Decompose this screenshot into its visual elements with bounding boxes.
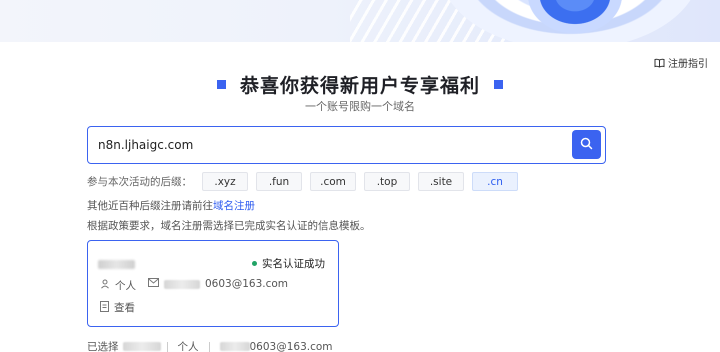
selected-name-redacted [122,342,161,351]
person-icon [100,279,110,292]
selected-type: 个人 [177,341,199,352]
selected-email-prefix-redacted [219,342,250,351]
divider [166,341,168,352]
document-icon [100,300,109,315]
template-name-redacted [98,260,135,269]
verification-status: 实名认证成功 [252,256,325,271]
selected-email-suffix: 0603@163.com [249,340,333,352]
page-title: 恭喜你获得新用户专享福利 [239,75,480,97]
mail-icon [148,278,159,290]
suffix-chip-com[interactable]: .com [310,172,356,191]
verification-status-text: 实名认证成功 [262,258,325,270]
title-left-square-icon [216,80,226,89]
other-suffix-note: 其他近百种后缀注册请前往域名注册 [87,198,255,213]
domain-search-box [87,126,606,164]
template-view-row[interactable]: 查看 [100,300,135,315]
suffix-row: 参与本次活动的后缀： .xyz .fun .com .top .site .cn [87,172,526,191]
selected-template-summary: 已选择 个人 0603@163.com [87,339,333,352]
template-type-row: 个人 [100,278,136,293]
guide-label: 注册指引 [668,59,708,70]
suffix-chip-xyz[interactable]: .xyz [202,172,248,191]
other-suffix-text: 其他近百种后缀注册请前往 [87,200,213,212]
divider [208,341,210,352]
email-prefix-redacted [164,279,200,289]
status-dot-icon [252,261,257,266]
hero-title-row: 恭喜你获得新用户专享福利 [0,71,720,98]
view-template-link[interactable]: 查看 [114,300,135,315]
suffix-chip-fun[interactable]: .fun [256,172,302,191]
suffix-chip-cn[interactable]: .cn [472,172,518,191]
info-template-card[interactable]: 实名认证成功 个人 0603@163.com 查看 [87,240,339,327]
page-subtitle: 一个账号限购一个域名 [305,100,415,113]
search-icon [580,135,593,154]
template-type: 个人 [115,280,136,292]
domain-register-link[interactable]: 域名注册 [213,200,255,212]
template-email-suffix: 0603@163.com [205,278,289,290]
registration-guide-link[interactable]: 注册指引 [654,55,708,70]
book-icon [654,58,665,68]
title-right-square-icon [494,80,503,89]
top-banner [0,0,720,42]
search-button[interactable] [572,130,601,159]
suffix-chip-site[interactable]: .site [418,172,464,191]
policy-note: 根据政策要求，域名注册需选择已完成实名认证的信息模板。 [87,220,371,232]
domain-search-input[interactable] [98,135,558,155]
suffix-label: 参与本次活动的后缀： [87,176,192,188]
selected-prefix: 已选择 [87,341,119,352]
suffix-chip-top[interactable]: .top [364,172,410,191]
template-email-row: 0603@163.com [148,278,288,290]
